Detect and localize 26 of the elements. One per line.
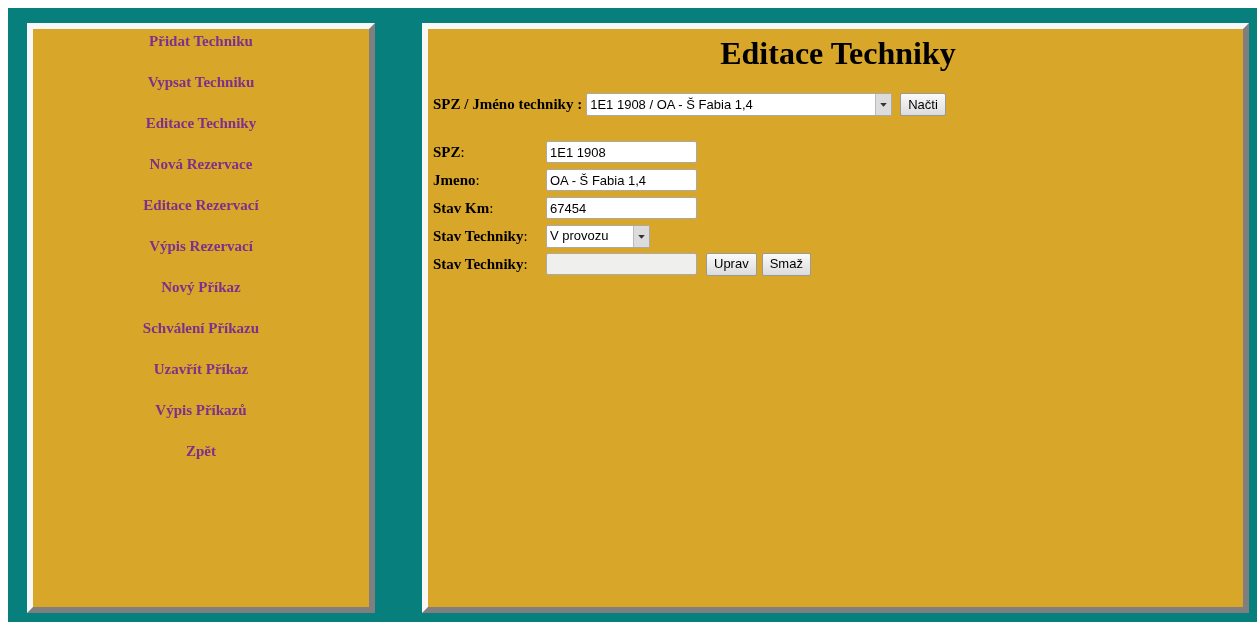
menu-link[interactable]: Vypsat Techniku — [147, 72, 255, 92]
menu-link[interactable]: Uzavřít Příkaz — [153, 359, 249, 379]
caret-icon — [875, 94, 892, 115]
load-button[interactable]: Načti — [900, 93, 946, 116]
input-field[interactable]: 67454 — [546, 197, 697, 219]
picker-label: SPZ / Jméno techniky : — [433, 95, 583, 115]
input-field[interactable]: 1E1 1908 — [546, 141, 697, 163]
field-label: Jmeno: — [433, 170, 481, 190]
field-label: Stav Techniky: — [433, 226, 529, 246]
menu-link[interactable]: Zpět — [186, 441, 216, 461]
menu-link[interactable]: Editace Rezervací — [143, 195, 259, 215]
field-label: Stav Techniky: — [433, 254, 529, 274]
status-select[interactable]: V provozu — [546, 224, 650, 248]
field-label: Stav Km: — [433, 198, 495, 218]
input-field[interactable]: OA - Š Fabia 1,4 — [546, 169, 697, 191]
page-title: Editace Techniky — [719, 35, 957, 71]
menu-link[interactable]: Editace Techniky — [145, 113, 257, 133]
menu-link[interactable]: Nová Rezervace — [149, 154, 253, 174]
field-label: SPZ: — [433, 142, 466, 162]
menu-link[interactable]: Přidat Techniku — [149, 31, 253, 51]
vehicle-select[interactable]: 1E1 1908 / OA - Š Fabia 1,4 — [586, 93, 893, 116]
menu-link[interactable]: Výpis Rezervací — [149, 236, 253, 256]
menu-link[interactable]: Výpis Příkazů — [155, 400, 247, 420]
menu-link[interactable]: Schválení Příkazu — [142, 318, 260, 338]
caret-icon — [633, 225, 649, 247]
menu-link[interactable]: Nový Příkaz — [161, 277, 241, 297]
